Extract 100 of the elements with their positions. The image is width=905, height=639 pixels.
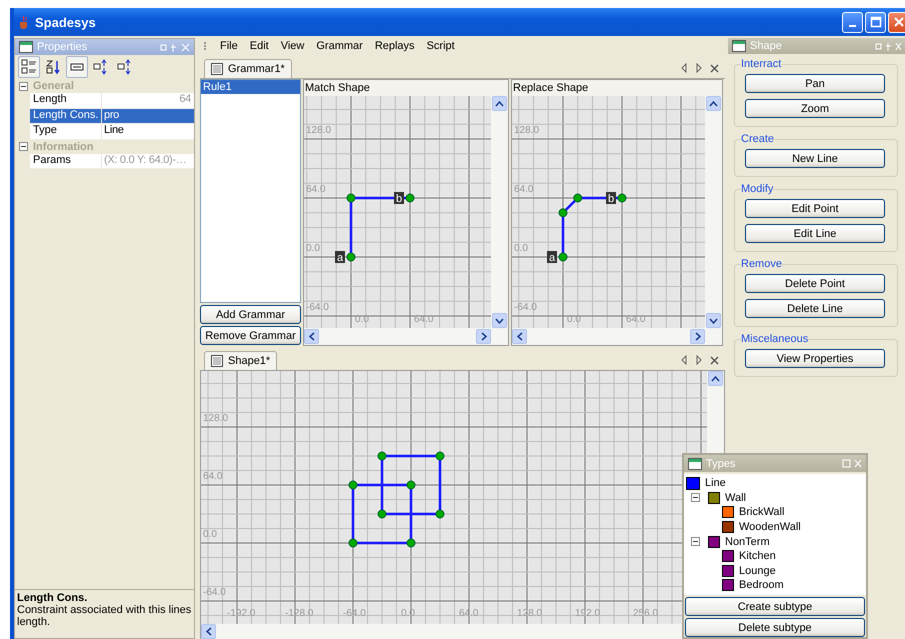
document-tab[interactable]: Grammar1*	[204, 59, 292, 78]
shape-drawing[interactable]	[558, 194, 626, 262]
close-icon[interactable]	[710, 64, 719, 72]
property-row[interactable]: Length Cons. pro	[30, 108, 194, 124]
rule-item[interactable]: Rule1	[201, 80, 300, 94]
type-label[interactable]: BrickWall	[739, 506, 784, 518]
collapse-icon[interactable]	[691, 537, 700, 546]
collapse-icon[interactable]	[691, 493, 700, 502]
tool-button[interactable]: New Line	[745, 149, 885, 168]
description-text: Constraint associated with this lines length.	[17, 604, 192, 628]
tool-button[interactable]: Delete Point	[745, 274, 885, 293]
left-arrow-icon[interactable]	[680, 355, 688, 365]
group-title: Create	[741, 133, 774, 145]
axis-label: 128.0	[517, 608, 542, 619]
axis-label: 64.0	[626, 314, 646, 325]
axis-label: 64.0	[459, 608, 478, 619]
axis-label: 64.0	[306, 184, 326, 195]
axis-label: 256.0	[633, 608, 658, 619]
vertical-scrollbar[interactable]	[491, 96, 508, 328]
property-value: 64	[178, 93, 192, 107]
group-title: Remove	[741, 258, 782, 270]
menu-item[interactable]: File	[220, 40, 238, 52]
type-label[interactable]: Kitchen	[739, 550, 776, 562]
minimize-icon	[849, 25, 856, 27]
type-label[interactable]: WoodenWall	[739, 521, 801, 534]
axis-label: 128.0	[306, 125, 332, 136]
collapse-icon[interactable]	[19, 82, 28, 90]
group-title: Interract	[741, 58, 782, 70]
axis-label: 64.0	[514, 184, 534, 195]
type-label[interactable]: NonTerm	[725, 536, 770, 548]
menu-item[interactable]: Edit	[250, 40, 269, 52]
property-name: Type	[30, 124, 102, 138]
panel-title: Properties	[37, 41, 88, 53]
tab-label: Shape1*	[228, 355, 270, 367]
axis-label: -64.0	[203, 587, 226, 598]
property-row[interactable]: Params (X: 0.0 Y: 64.0)-…	[30, 154, 194, 169]
horizontal-scrollbar[interactable]	[304, 328, 508, 345]
tab-label: Grammar1*	[228, 63, 285, 75]
property-value: pro	[103, 108, 120, 122]
canvas-title: Match Shape	[304, 81, 371, 96]
shape-drawing[interactable]	[348, 452, 444, 548]
tool-button[interactable]: Edit Line	[745, 224, 885, 243]
tool-button[interactable]: Delete Line	[745, 299, 885, 318]
axis-label: -64.0	[514, 302, 537, 313]
maximize-button[interactable]	[865, 12, 886, 32]
type-label[interactable]: Lounge	[739, 564, 776, 577]
canvas-title: Replace Shape	[512, 81, 590, 96]
grid-canvas[interactable]: 128.0 64.0 0.0 -64.0 0.0 64.0 a b	[512, 96, 705, 328]
property-name: Params	[30, 154, 102, 168]
right-arrow-icon[interactable]	[695, 355, 703, 365]
menu-item[interactable]: Grammar	[316, 40, 363, 52]
tool-button[interactable]: Zoom	[745, 99, 885, 118]
subtype-button[interactable]: Create subtype	[685, 597, 865, 616]
minimize-button[interactable]	[842, 12, 863, 32]
group-title: Modify	[741, 183, 774, 195]
menu-item[interactable]: View	[280, 40, 304, 52]
close-button[interactable]	[888, 12, 905, 32]
document-icon	[211, 63, 223, 75]
property-name: Length Cons.	[30, 108, 102, 123]
type-label[interactable]: Line	[705, 477, 726, 490]
close-icon[interactable]	[710, 356, 719, 364]
shape-drawing[interactable]	[346, 194, 414, 262]
axis-label: 128.0	[203, 413, 228, 424]
property-row[interactable]: Length 64	[30, 93, 194, 108]
tool-button[interactable]: Pan	[745, 74, 885, 93]
property-name: Length	[30, 93, 102, 108]
maximize-icon	[870, 16, 882, 28]
window-icon	[688, 458, 702, 470]
tool-button[interactable]: View Properties	[745, 349, 885, 368]
pages-icon[interactable]	[66, 56, 88, 78]
axis-label: 0.0	[514, 243, 528, 254]
document-tab[interactable]: Shape1*	[204, 351, 278, 370]
right-arrow-icon[interactable]	[695, 63, 703, 73]
grid-canvas[interactable]: 128.0 64.0 0.0 -64.0 0.0 64.0 a b	[304, 96, 491, 328]
categorized-icon[interactable]	[18, 56, 40, 78]
axis-label: -192.0	[227, 608, 256, 619]
horizontal-scrollbar[interactable]	[512, 328, 722, 345]
collapse-icon[interactable]	[19, 142, 28, 151]
grammar-button[interactable]: Remove Grammar	[200, 326, 301, 345]
window-title: Spadesys	[35, 14, 96, 30]
tool-button[interactable]: Edit Point	[745, 199, 885, 218]
menu-item[interactable]: Replays	[374, 40, 415, 52]
grammar-button[interactable]: Add Grammar	[200, 305, 301, 324]
property-value: (X: 0.0 Y: 64.0)-…	[103, 154, 188, 168]
vertical-scrollbar[interactable]	[705, 96, 722, 328]
point-label: a	[335, 251, 345, 264]
group-title: Miscelaneous	[741, 333, 808, 345]
description-title: Length Cons.	[17, 592, 88, 604]
axis-label: 128.0	[514, 125, 540, 136]
type-label[interactable]: Bedroom	[739, 579, 784, 592]
subtype-button[interactable]: Delete subtype	[685, 618, 865, 637]
axis-label: 0.0	[401, 608, 415, 619]
menu-item[interactable]: Script	[426, 40, 455, 52]
type-label[interactable]: Wall	[725, 492, 746, 504]
category-label: Information	[33, 140, 94, 152]
axis-label: 0.0	[567, 314, 581, 325]
axis-label: 0.0	[306, 243, 320, 254]
property-row[interactable]: Type Line	[30, 124, 194, 140]
axis-label: -128.0	[285, 608, 314, 619]
left-arrow-icon[interactable]	[680, 63, 688, 73]
